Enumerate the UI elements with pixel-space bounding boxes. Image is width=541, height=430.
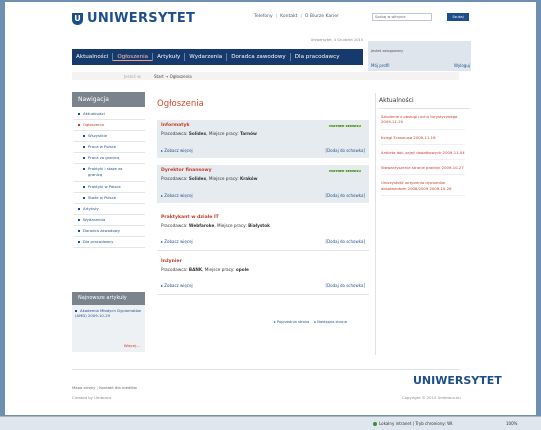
add-to-clipboard-link[interactable]: [Dodaj do schowka] bbox=[325, 239, 365, 244]
bullet-icon bbox=[78, 124, 80, 126]
browser-page: U UNIWERSYTET Telefony | Kontakt | O Biu… bbox=[5, 2, 536, 415]
add-to-clipboard-link[interactable]: [Dodaj do schowka] bbox=[325, 283, 365, 288]
bullet-icon bbox=[78, 219, 80, 221]
footer-links: Mapa strony | Kontakt dla mediów bbox=[72, 385, 137, 390]
user-panel: Szukaj w witrynie Szukaj Jesteś zalogowa… bbox=[368, 5, 471, 71]
security-zone[interactable]: Lokalny intranet | Tryb chroniony: Wł. bbox=[373, 421, 453, 426]
sidebar-item-traineeships-poland[interactable]: Staże w Polsce bbox=[74, 193, 145, 204]
pagination: ▸ Poprzednia strona ▸ Następna strona bbox=[274, 320, 347, 324]
top-link-contact[interactable]: Kontakt bbox=[280, 14, 297, 19]
announcement-item: Inżynier Pracodawca: BANK, Miejsce pracy… bbox=[157, 256, 369, 295]
sidebar-item-work-abroad[interactable]: Praca za granicą bbox=[74, 153, 145, 164]
announcement-info: Pracodawca: Webfaroke, Miejsce pracy: Bi… bbox=[161, 223, 270, 228]
add-to-clipboard-link[interactable]: [Dodaj do schowka] bbox=[325, 148, 365, 153]
news-heading: Aktualności bbox=[379, 97, 470, 109]
bullet-icon bbox=[78, 113, 80, 115]
footer-divider bbox=[72, 369, 459, 370]
bullet-icon bbox=[83, 157, 85, 159]
browser-statusbar: Lokalny intranet | Tryb chroniony: Wł. 1… bbox=[0, 416, 541, 430]
add-to-clipboard-link[interactable]: [Dodaj do schowka] bbox=[325, 193, 365, 198]
footer-link-media-contact[interactable]: Kontakt dla mediów bbox=[99, 385, 137, 390]
sidebar-item-articles[interactable]: Artykuły bbox=[74, 204, 145, 215]
sidebar-item-announcements[interactable]: Ogłoszenia bbox=[74, 120, 145, 131]
date-line: Uniwersytet, 4 Grudzien 2015 bbox=[310, 38, 363, 42]
nav-career-advisor[interactable]: Doradca zawodowy bbox=[227, 54, 290, 60]
news-item[interactable]: Księgi Erasmusa 2009-11-16 bbox=[381, 135, 465, 145]
announcement-item: PARTNER SERWISU Dyrektor finansowy Praco… bbox=[157, 165, 369, 203]
news-item[interactable]: Szkolenie z obsługi ruchu turystycznego … bbox=[381, 114, 465, 130]
next-page-link[interactable]: ▸ Następna strona bbox=[314, 320, 347, 324]
bullet-icon bbox=[83, 135, 85, 137]
top-link-about[interactable]: O Biurze Karier bbox=[305, 14, 339, 19]
my-profile-link[interactable]: Mój profil bbox=[371, 63, 389, 68]
sidebar-item-news[interactable]: Aktualności bbox=[74, 109, 145, 120]
sidebar-item-internships-abroad[interactable]: Praktyki i staże za granicą bbox=[74, 164, 145, 182]
search-button[interactable]: Szukaj bbox=[447, 13, 469, 21]
bullet-icon bbox=[83, 168, 85, 170]
logged-in-text: Jesteś zalogowany bbox=[371, 49, 404, 53]
site-logo[interactable]: U UNIWERSYTET bbox=[72, 12, 195, 25]
latest-articles-heading: Najnowsze artykuły bbox=[72, 292, 145, 305]
logout-link[interactable]: Wyloguj bbox=[454, 63, 470, 68]
nav-events[interactable]: Wydarzenia bbox=[185, 54, 226, 60]
breadcrumb: Jesteś w: Start → Ogłoszenia bbox=[72, 72, 459, 80]
announcement-item: Praktykant w dziale IT Pracodawca: Webfa… bbox=[157, 212, 369, 251]
see-more-link[interactable]: ▸ Zobacz więcej bbox=[161, 148, 193, 153]
news-column: Aktualności Szkolenie z obsługi ruchu tu… bbox=[375, 93, 470, 355]
nav-employers[interactable]: Dla pracodawcy bbox=[291, 54, 344, 60]
sidebar-heading: Nawigacja bbox=[72, 92, 145, 107]
article-link[interactable]: Akademia Młodych Dyplomatów (AMD) 2009-1… bbox=[72, 305, 145, 321]
footer-copyright: Copyright © 2015 Umbraco.eu bbox=[402, 395, 461, 400]
bullet-icon bbox=[78, 241, 80, 243]
announcement-info: Pracodawca: BANK, Miejsce pracy: opole bbox=[161, 267, 249, 272]
see-more-link[interactable]: ▸ Zobacz więcej bbox=[161, 193, 193, 198]
latest-articles-box: Najnowsze artykuły Akademia Młodych Dypl… bbox=[72, 292, 145, 352]
sidebar-navigation: Nawigacja Aktualności Ogłoszenia Wszystk… bbox=[72, 92, 145, 248]
nav-articles[interactable]: Artykuły bbox=[153, 54, 184, 60]
top-links: Telefony | Kontakt | O Biurze Karier bbox=[254, 14, 339, 19]
bullet-icon bbox=[78, 230, 80, 232]
globe-icon bbox=[373, 422, 377, 426]
sidebar-item-work-poland[interactable]: Praca w Polsce bbox=[74, 142, 145, 153]
announcement-info: Pracodawca: Solidex, Miejsce pracy: Krak… bbox=[161, 176, 258, 181]
announcement-title[interactable]: Praktykant w dziale IT bbox=[161, 215, 369, 220]
see-more-link[interactable]: ▸ Zobacz więcej bbox=[161, 283, 193, 288]
zoom-level[interactable]: 100% bbox=[506, 421, 517, 426]
nav-news[interactable]: Aktualności bbox=[72, 54, 112, 60]
articles-more-link[interactable]: Więcej... bbox=[124, 343, 140, 348]
bullet-icon bbox=[83, 186, 85, 188]
sidebar-item-all[interactable]: Wszystkie bbox=[74, 131, 145, 142]
login-box: Jesteś zalogowany Mój profil Wyloguj bbox=[368, 41, 471, 71]
sidebar-item-internships-poland[interactable]: Praktyki w Polsce bbox=[74, 182, 145, 193]
partner-badge: PARTNER SERWISU bbox=[327, 169, 363, 173]
breadcrumb-label: Jesteś w: bbox=[124, 74, 142, 79]
see-more-link[interactable]: ▸ Zobacz więcej bbox=[161, 239, 193, 244]
announcement-info: Pracodawca: Solidex, Miejsce pracy: Tarn… bbox=[161, 131, 257, 136]
sidebar-item-career-advisor[interactable]: Doradca zawodowy bbox=[74, 226, 145, 237]
bullet-icon bbox=[75, 310, 77, 312]
nav-announcements[interactable]: Ogłoszenia bbox=[113, 54, 153, 61]
news-item[interactable]: Stowarzyszenie stronie praktyk 2009-10-2… bbox=[381, 165, 465, 176]
search-input[interactable]: Szukaj w witrynie bbox=[372, 13, 432, 21]
bullet-icon bbox=[83, 197, 85, 199]
page-title: Ogłoszenia bbox=[157, 99, 204, 109]
sidebar-item-events[interactable]: Wydarzenia bbox=[74, 215, 145, 226]
prev-page-link[interactable]: ▸ Poprzednia strona bbox=[274, 320, 309, 324]
news-item[interactable]: Uroczystość wręczenia dyplomów absolwent… bbox=[381, 180, 465, 197]
footer-link-sitemap[interactable]: Mapa strony bbox=[72, 385, 95, 390]
footer-logo: UNIWERSYTET bbox=[413, 374, 502, 387]
breadcrumb-trail[interactable]: Start → Ogłoszenia bbox=[154, 74, 192, 79]
news-item[interactable]: Ankieta dot. zajęć dodatkowych 2009-11-0… bbox=[381, 150, 465, 161]
bullet-icon bbox=[78, 208, 80, 210]
sidebar-item-employers[interactable]: Dla pracodawcy bbox=[74, 237, 145, 248]
announcement-title[interactable]: Inżynier bbox=[161, 259, 369, 264]
bullet-icon bbox=[83, 146, 85, 148]
main-navigation: Aktualności Ogłoszenia Artykuły Wydarzen… bbox=[72, 49, 363, 65]
footer-created-by: Created by Umbraco bbox=[72, 395, 112, 400]
logo-shield-icon: U bbox=[72, 12, 83, 25]
announcement-item: PARTNER SERWISU Informatyk Pracodawca: S… bbox=[157, 120, 369, 158]
top-link-phones[interactable]: Telefony bbox=[254, 14, 273, 19]
partner-badge: PARTNER SERWISU bbox=[327, 124, 363, 128]
logo-text: UNIWERSYTET bbox=[87, 11, 196, 26]
